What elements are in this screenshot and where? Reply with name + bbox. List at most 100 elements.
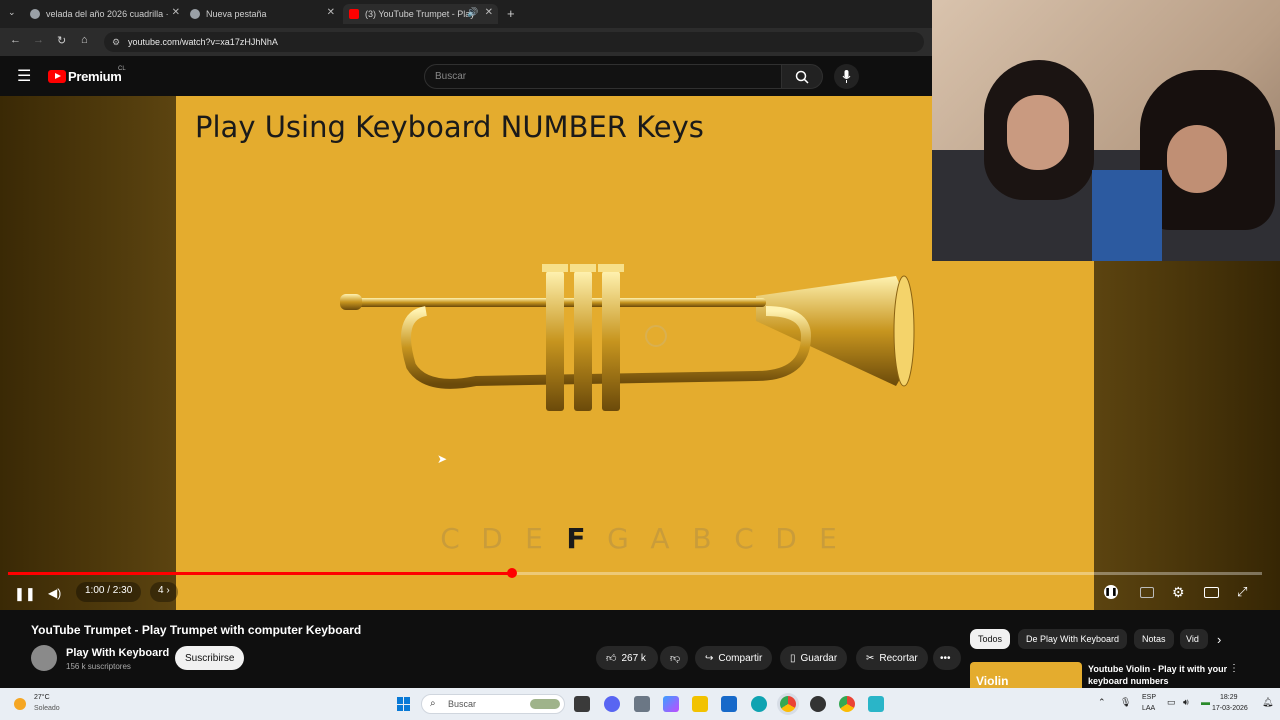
reload-icon[interactable]: ↻ [57, 34, 66, 47]
browser-tab-strip: ⌄ velada del año 2026 cuadrilla · ✕ Nuev… [0, 0, 932, 28]
more-actions-button[interactable]: ••• [933, 646, 961, 670]
recommended-title[interactable]: Youtube Violin - Play it with your keybo… [1088, 663, 1228, 687]
volume-button[interactable]: ◀) [48, 586, 61, 600]
chapter-button[interactable]: 4 › [150, 582, 178, 602]
speaker-icon[interactable]: 🔊 [467, 7, 478, 18]
tab-velada[interactable]: velada del año 2026 cuadrilla · ✕ [30, 4, 180, 24]
microphone-tray-icon[interactable]: 🎙︎ [1120, 697, 1131, 708]
fullscreen-icon[interactable]: ⤢ [1237, 584, 1247, 600]
forward-icon[interactable]: → [33, 34, 44, 46]
save-button[interactable]: ▯ Guardar [780, 646, 848, 670]
close-icon[interactable]: ✕ [172, 7, 180, 18]
clip-label: Recortar [879, 652, 918, 664]
note-label-highlighted: F [566, 522, 586, 555]
channel-avatar[interactable] [31, 645, 57, 671]
search-icon [795, 70, 809, 84]
video-ambient-left [0, 96, 176, 610]
volume-tray-icon[interactable]: 🔊︎ [1183, 697, 1189, 708]
like-count: 267 k [621, 652, 646, 664]
settings-app-icon[interactable] [634, 696, 650, 712]
clip-button[interactable]: ✂ Recortar [856, 646, 928, 670]
note-label: D [481, 522, 503, 555]
video-frame-title: Play Using Keyboard NUMBER Keys [195, 110, 704, 144]
close-icon[interactable]: ✕ [485, 7, 493, 18]
subscribe-button[interactable]: Suscribirse [175, 646, 245, 670]
search-button[interactable] [781, 64, 823, 89]
address-bar[interactable]: ⚙ youtube.com/watch?v=xa17zHJhNhA [104, 32, 924, 52]
save-label: Guardar [800, 652, 838, 664]
weather-temp[interactable]: 27°C [34, 694, 50, 701]
recommended-more-icon[interactable]: ⋮ [1229, 663, 1239, 674]
settings-gear-icon[interactable]: ⚙ [1172, 584, 1185, 601]
search-highlight-icon [530, 699, 560, 709]
chrome-profile-icon[interactable] [810, 696, 826, 712]
network-icon[interactable]: ▭ [1167, 697, 1176, 708]
new-tab-icon[interactable]: + [507, 6, 515, 21]
like-button[interactable]: 👍︎ 267 k [596, 646, 658, 670]
subtitles-icon[interactable] [1140, 587, 1154, 598]
tab-label: Nueva pestaña [206, 9, 267, 19]
youtube-premium-logo[interactable]: Premium [68, 69, 122, 84]
chip-videos[interactable]: Vid [1180, 629, 1208, 649]
chip-channel[interactable]: De Play With Keyboard [1018, 629, 1128, 649]
more-horizontal-icon: ••• [940, 652, 951, 664]
discord-icon[interactable] [604, 696, 620, 712]
tab-search-chevron-icon[interactable]: ⌄ [8, 7, 16, 18]
taskbar-search-label: Buscar [448, 699, 477, 709]
pause-button[interactable]: ❚❚ [14, 586, 36, 602]
channel-name[interactable]: Play With Keyboard [66, 647, 169, 659]
voice-search-button[interactable] [834, 64, 859, 89]
browser-toolbar: ← → ↻ ⌂ ⚙ youtube.com/watch?v=xa17zHJhNh… [0, 28, 932, 56]
clock-time[interactable]: 18:29 [1220, 694, 1238, 701]
chrome-alt-icon[interactable] [839, 696, 855, 712]
file-explorer-icon[interactable] [692, 696, 708, 712]
progress-bar[interactable] [8, 568, 1262, 578]
chip-notas[interactable]: Notas [1134, 629, 1174, 649]
note-label: B [692, 522, 712, 555]
notifications-icon[interactable]: 🔔︎ [1262, 697, 1273, 708]
language-code[interactable]: ESP [1142, 694, 1156, 701]
chips-next-icon[interactable]: › [1217, 632, 1221, 647]
chrome-icon[interactable] [780, 696, 796, 712]
note-label: E [525, 522, 543, 555]
chip-todos[interactable]: Todos [970, 629, 1011, 649]
search-input[interactable]: Buscar [424, 64, 782, 89]
keyboard-layout[interactable]: LAA [1142, 705, 1155, 712]
theater-mode-icon[interactable] [1204, 587, 1219, 598]
clock-date[interactable]: 17-03-2026 [1212, 705, 1248, 712]
tray-expand-icon[interactable]: ⌃ [1098, 697, 1106, 708]
note-label: E [819, 522, 837, 555]
windows-start-icon[interactable] [397, 697, 411, 711]
autoplay-toggle[interactable]: ❚❚ [1104, 585, 1118, 599]
outlook-icon[interactable] [721, 696, 737, 712]
tab-label: (3) YouTube Trumpet - Play [365, 9, 475, 19]
taskbar-search[interactable]: ⌕ Buscar [421, 694, 565, 714]
dislike-button[interactable]: 👎︎ [660, 646, 688, 670]
subscriber-count: 156 k suscriptores [66, 662, 131, 671]
time-display: 1:00 / 2:30 [76, 582, 142, 602]
share-label: Compartir [718, 652, 763, 664]
battery-icon[interactable]: ▬ [1201, 697, 1210, 707]
menu-icon[interactable]: ☰ [17, 66, 31, 86]
youtube-logo-icon[interactable] [48, 70, 66, 83]
tab-label: velada del año 2026 cuadrilla · [46, 9, 169, 19]
copilot-icon[interactable] [663, 696, 679, 712]
close-icon[interactable]: ✕ [327, 7, 335, 18]
edge-icon[interactable] [751, 696, 767, 712]
share-button[interactable]: ↪ Compartir [695, 646, 773, 670]
mouse-cursor-icon: ➤ [437, 452, 448, 466]
webcam-blue-shirt [1092, 170, 1162, 261]
back-icon[interactable]: ← [10, 34, 21, 46]
home-icon[interactable]: ⌂ [81, 34, 88, 46]
weather-sun-icon[interactable] [14, 698, 26, 710]
youtube-header: ☰ Premium CL Buscar [0, 56, 932, 96]
thumbnail-label: Violin [976, 674, 1009, 688]
app-icon[interactable] [868, 696, 884, 712]
recommended-thumbnail[interactable]: Violin [970, 662, 1082, 688]
weather-desc[interactable]: Soleado [34, 705, 60, 712]
tab-nueva-pestana[interactable]: Nueva pestaña ✕ [190, 4, 335, 24]
tab-youtube-trumpet[interactable]: (3) YouTube Trumpet - Play 🔊 ✕ [343, 4, 498, 24]
share-icon: ↪ [705, 652, 714, 664]
task-view-icon[interactable] [574, 696, 590, 712]
site-info-icon[interactable]: ⚙ [112, 32, 120, 52]
